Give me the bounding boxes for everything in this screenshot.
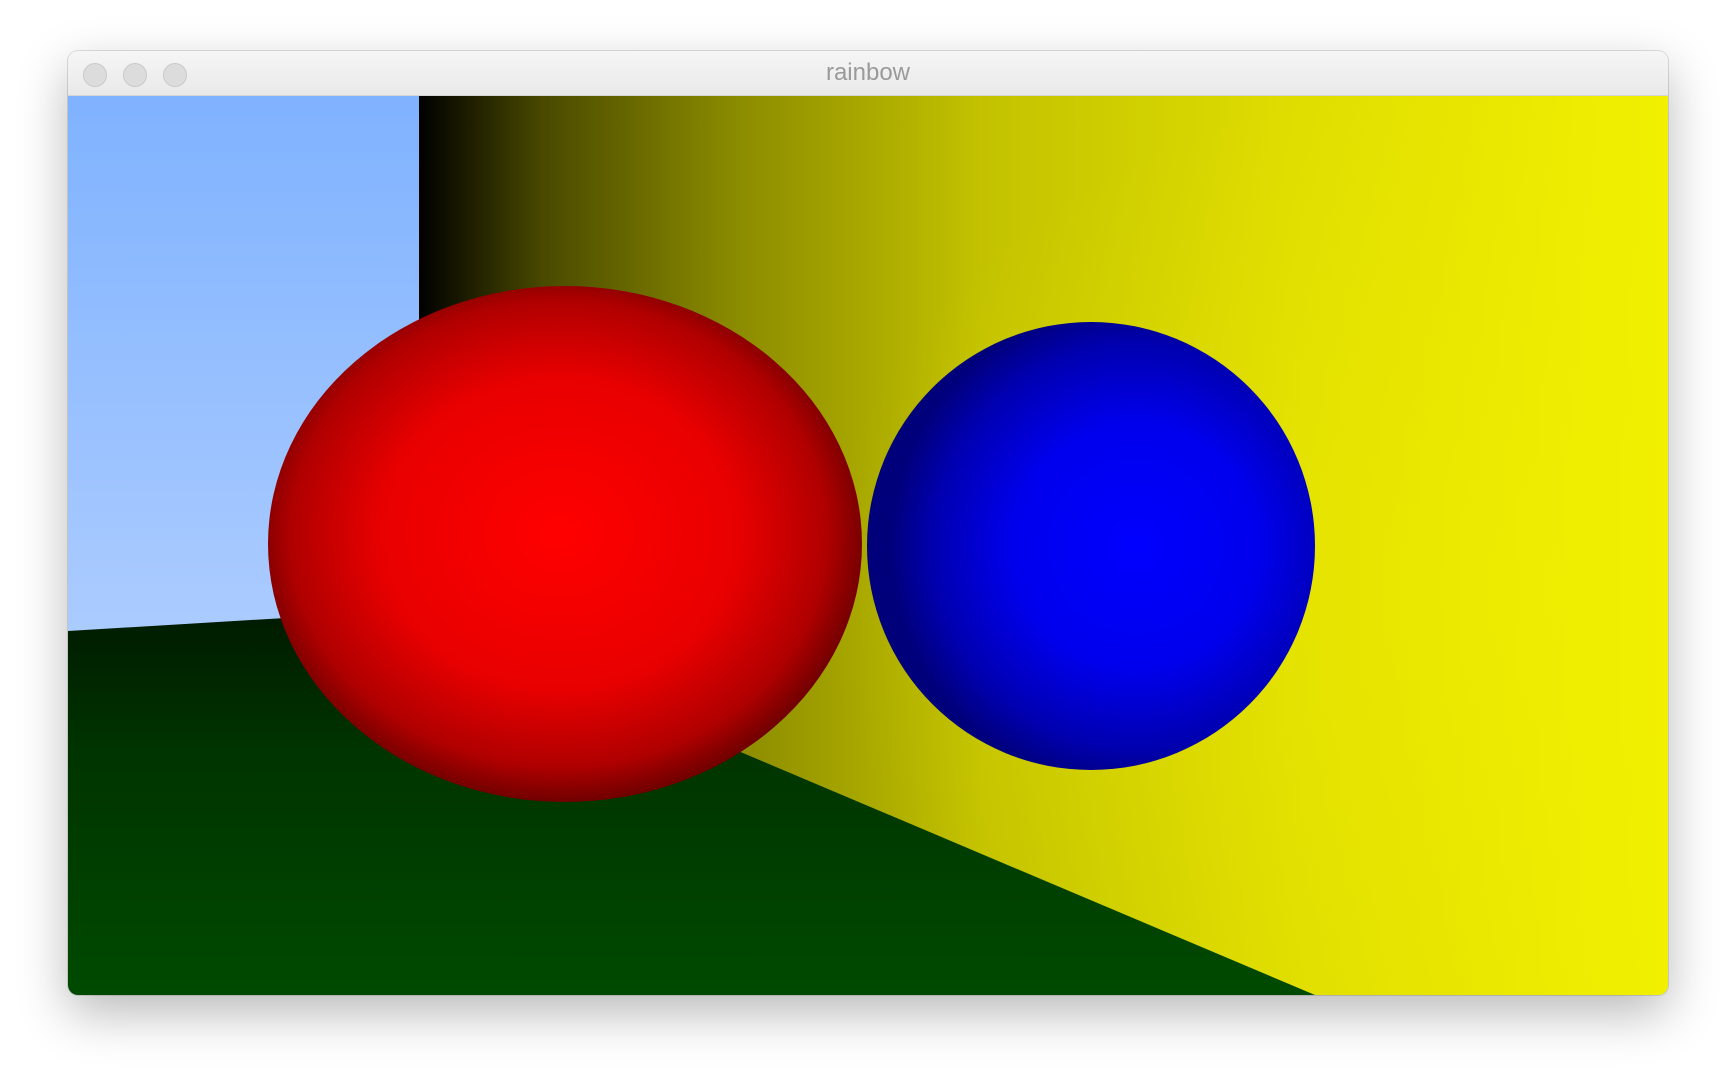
window-title: rainbow [825, 59, 911, 86]
app-window: rainbow [68, 51, 1668, 995]
render-canvas[interactable] [68, 96, 1668, 995]
red-sphere [268, 286, 862, 802]
blue-sphere [867, 322, 1315, 770]
rendered-scene [68, 96, 1668, 995]
title-bar[interactable]: rainbow [68, 51, 1668, 96]
